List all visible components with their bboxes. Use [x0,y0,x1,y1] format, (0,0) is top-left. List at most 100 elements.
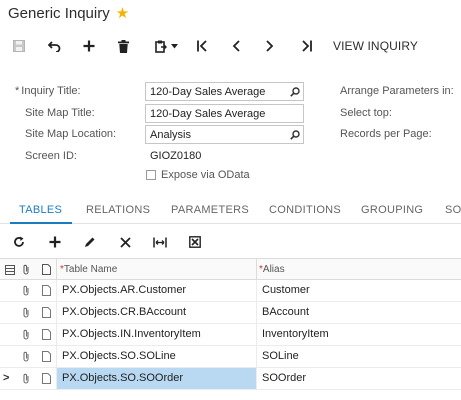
attachment-icon[interactable] [18,346,34,367]
cell-divider [56,346,57,367]
table-row[interactable]: PX.Objects.IN.InventoryItem InventoryIte… [0,324,461,346]
alias-cell[interactable]: SOLine [262,346,299,367]
screen-id-label: Screen ID: [25,150,77,162]
note-icon[interactable] [38,368,54,389]
site-map-location-value: Analysis [150,128,191,141]
site-map-location-field[interactable]: Analysis [145,125,304,144]
refresh-button[interactable] [11,229,27,255]
search-icon[interactable] [287,83,303,100]
search-icon[interactable] [287,126,303,143]
alias-cell[interactable]: InventoryItem [262,324,329,345]
alias-cell[interactable]: BAccount [262,302,309,323]
table-row[interactable]: PX.Objects.SO.SOLine SOLine [0,346,461,368]
inquiry-title-value: 120-Day Sales Average [150,85,266,98]
last-icon [301,40,312,52]
table-name-cell[interactable]: PX.Objects.SO.SOLine [62,346,176,367]
tab-more[interactable]: SO [445,196,461,224]
table-name-cell[interactable]: PX.Objects.SO.SOOrder [62,368,183,389]
expose-odata-checkbox[interactable] [146,170,156,180]
copy-paste-menu[interactable] [150,33,182,59]
fit-columns-button[interactable] [151,229,169,255]
select-top-label: Select top: [340,107,392,119]
note-icon[interactable] [38,324,54,345]
edit-row-button[interactable] [82,229,98,255]
current-row-indicator: > [3,372,10,384]
chevron-left-icon [232,40,240,52]
alias-cell[interactable]: SOOrder [262,368,306,389]
table-name-cell[interactable]: PX.Objects.AR.Customer [62,280,186,301]
table-row[interactable]: PX.Objects.CR.BAccount BAccount [0,302,461,324]
screen-id-value: GIOZ0180 [150,150,202,162]
undo-icon [47,41,60,52]
records-per-page-label: Records per Page: [340,128,432,140]
table-row[interactable]: PX.Objects.AR.Customer Customer [0,280,461,302]
column-header-table-name[interactable]: *Table Name [60,259,117,280]
screen-header: Generic Inquiry ★ [8,3,129,23]
tab-tables[interactable]: TABLES [19,196,62,224]
trash-icon [117,39,129,53]
cell-divider [256,368,257,389]
alias-cell[interactable]: Customer [262,280,310,301]
table-row-selected[interactable]: > PX.Objects.SO.SOOrder SOOrder [0,368,461,390]
attachment-icon[interactable] [18,324,34,345]
inquiry-title-field[interactable]: 120-Day Sales Average [145,82,304,101]
export-excel-button[interactable] [187,229,203,255]
cell-divider [256,346,257,367]
header-divider [256,259,257,280]
fit-width-icon [153,237,167,247]
tab-bar: TABLES RELATIONS PARAMETERS CONDITIONS G… [0,196,461,224]
cell-divider [256,280,257,301]
star-icon[interactable]: ★ [116,6,129,21]
attachment-icon[interactable] [18,302,34,323]
save-icon [13,40,25,52]
note-icon[interactable] [38,302,54,323]
tab-relations[interactable]: RELATIONS [86,196,150,224]
pencil-icon [85,237,95,247]
header-divider [56,259,57,280]
undo-button[interactable] [45,33,63,59]
first-icon [196,40,207,52]
site-map-location-label: Site Map Location: [25,128,117,140]
grid-settings-icon[interactable] [2,259,18,280]
tab-conditions[interactable]: CONDITIONS [269,196,341,224]
site-map-title-field[interactable]: 120-Day Sales Average [145,104,304,123]
tab-parameters[interactable]: PARAMETERS [171,196,249,224]
site-map-title-value: 120-Day Sales Average [150,107,266,120]
add-row-button[interactable] [47,229,63,255]
cell-divider [56,368,57,389]
view-inquiry-button[interactable]: VIEW INQUIRY [333,33,419,59]
tab-grouping[interactable]: GROUPING [361,196,423,224]
note-icon [38,259,54,280]
add-button[interactable] [80,33,98,59]
plus-icon [49,236,61,248]
save-button[interactable] [10,33,28,59]
inquiry-summary-form: * Inquiry Title: 120-Day Sales Average Si… [0,78,461,188]
close-icon [119,236,131,248]
cell-divider [56,302,57,323]
note-icon[interactable] [38,280,54,301]
first-record-button[interactable] [194,33,210,59]
plus-icon [83,40,95,52]
grid-toolbar [0,229,461,255]
chevron-right-icon [266,40,274,52]
excel-icon [189,236,201,248]
note-icon[interactable] [38,346,54,367]
expose-odata-label: Expose via OData [161,169,250,181]
table-name-cell[interactable]: PX.Objects.CR.BAccount [62,302,186,323]
refresh-icon [14,236,24,247]
table-name-cell[interactable]: PX.Objects.IN.InventoryItem [62,324,201,345]
column-header-alias[interactable]: *Alias [259,259,285,280]
attachment-icon[interactable] [18,280,34,301]
attachment-icon[interactable] [18,368,34,389]
last-record-button[interactable] [298,33,314,59]
attachment-icon [18,259,34,280]
previous-record-button[interactable] [228,33,244,59]
next-record-button[interactable] [262,33,278,59]
cell-divider [256,324,257,345]
inquiry-title-label: * Inquiry Title: [15,85,81,97]
delete-row-button[interactable] [117,229,133,255]
cell-divider [256,302,257,323]
delete-button[interactable] [114,33,132,59]
arrange-parameters-label: Arrange Parameters in: [340,85,454,97]
cell-divider [56,280,57,301]
